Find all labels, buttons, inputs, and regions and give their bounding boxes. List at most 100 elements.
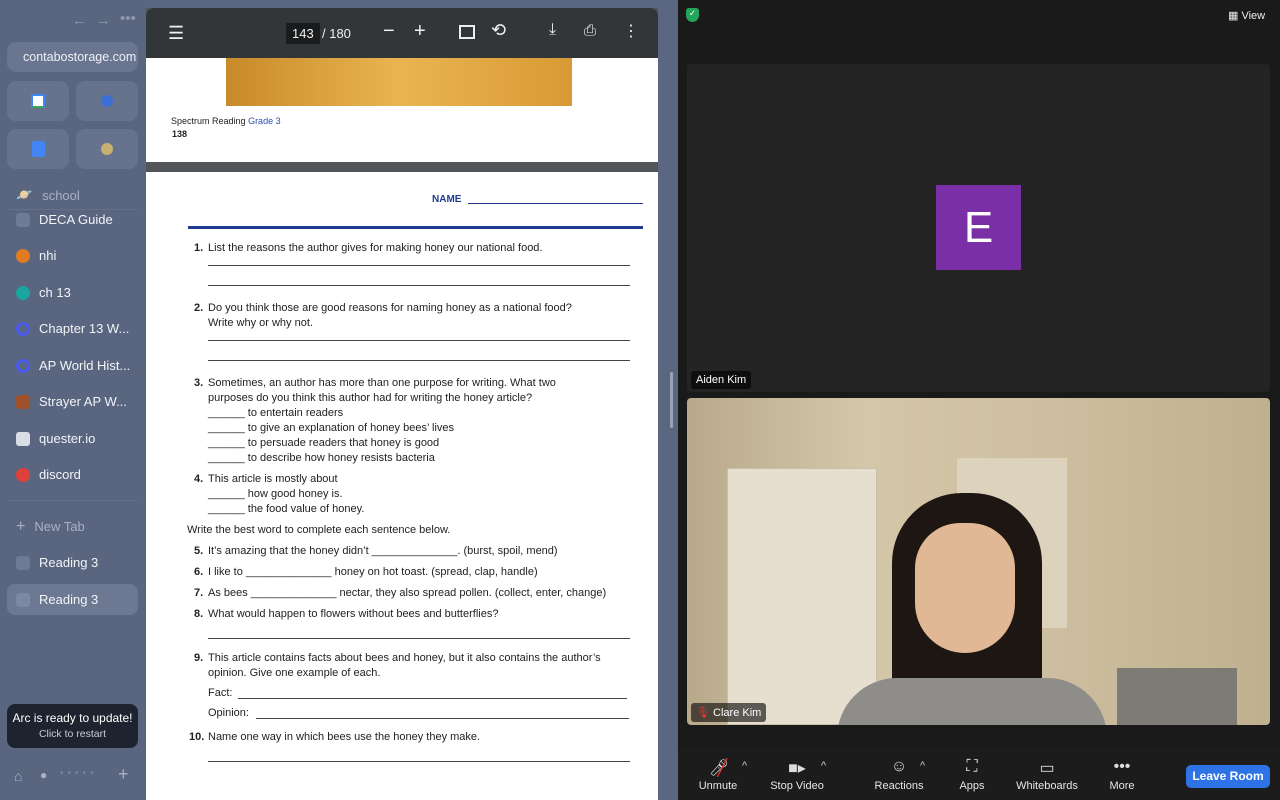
archive-icon[interactable]: ⌂ [14, 768, 22, 784]
leave-room-button[interactable]: Leave Room [1186, 765, 1270, 788]
question-text: It’s amazing that the honey didn’t _____… [208, 545, 558, 557]
pinned-calendar[interactable] [7, 81, 69, 121]
tab-icon [16, 248, 30, 263]
unmute-button[interactable]: 🎤︎╱ Unmute [692, 758, 744, 792]
answer-line [208, 638, 630, 639]
add-space-icon[interactable]: + [118, 764, 129, 785]
tab-icon [16, 321, 30, 336]
caret-up-icon[interactable]: ^ [821, 760, 826, 772]
name-label: NAME [432, 194, 462, 205]
more-button[interactable]: ••• More [1104, 758, 1140, 792]
space-header[interactable]: 🪐 school [16, 187, 80, 203]
split-divider[interactable] [658, 0, 678, 800]
tab-icon [16, 358, 30, 373]
update-subtitle: Click to restart [38, 728, 107, 740]
view-label: View [1241, 10, 1266, 22]
stop-video-label: Stop Video [770, 780, 824, 792]
menu-icon[interactable]: ☰ [168, 23, 184, 44]
question-text: I like to ______________ honey on hot to… [208, 566, 538, 578]
view-button[interactable]: ▦ View [1228, 9, 1265, 22]
arc-sidebar: ← → ••• contabostorage.com 🪐 school DECA … [0, 0, 146, 800]
more-icon[interactable]: ••• [120, 10, 136, 27]
bubbles-icon [101, 95, 113, 107]
tab-icon [16, 394, 30, 409]
tab-icon [16, 592, 30, 607]
pinned-planet[interactable] [76, 129, 138, 169]
page-total: / 180 [322, 26, 351, 41]
answer-line [208, 285, 630, 286]
participant-tile[interactable]: E Aiden Kim [687, 64, 1270, 392]
pdf-page-previous: Spectrum Reading Grade 3 138 [146, 58, 658, 162]
name-line [468, 203, 643, 204]
sidebar-item[interactable]: nhi [7, 240, 138, 271]
divider [7, 500, 138, 501]
choice: ______ to describe how honey resists bac… [208, 452, 435, 464]
rotate-icon[interactable]: ⟲ [491, 20, 506, 41]
avatar: E [936, 185, 1021, 270]
question-text: opinion. Give one example of each. [208, 667, 381, 679]
question-number: 9. [194, 652, 204, 664]
apps-label: Apps [959, 780, 985, 792]
sidebar-item[interactable]: ch 13 [7, 277, 138, 308]
stop-video-button[interactable]: ■▸ Stop Video [766, 758, 828, 792]
tab-icon [16, 555, 30, 570]
sidebar-item[interactable]: AP World Hist... [7, 350, 138, 381]
choice: ______ to entertain readers [208, 407, 344, 419]
pinned-docs[interactable] [7, 129, 69, 169]
back-button[interactable]: ← [72, 12, 87, 29]
pdf-toolbar: ☰ 143 / 180 − + ⟲ ⤓ ⎙ ⋮ [146, 8, 658, 58]
question-text: Write why or why not. [208, 317, 313, 329]
update-banner[interactable]: Arc is ready to update! Click to restart [7, 704, 138, 748]
honeycomb-image [226, 58, 572, 106]
zoom-in-icon[interactable]: + [414, 20, 426, 43]
header-rule [188, 226, 643, 229]
answer-line [208, 360, 630, 361]
plus-icon: + [16, 517, 26, 535]
participant-name-text: Clare Kim [713, 707, 762, 719]
question-text: This article contains facts about bees a… [208, 652, 601, 664]
new-tab-button[interactable]: + New Tab [7, 511, 138, 542]
more-dots-icon: ••• [1113, 758, 1131, 775]
grid-icon: ▦ [1228, 10, 1239, 22]
pdf-page-current: NAME 1. List the reasons the author give… [146, 172, 658, 800]
video-icon: ■▸ [788, 760, 806, 777]
sidebar-tab-active[interactable]: Reading 3 [7, 584, 138, 615]
space-dots[interactable]: ••••• [60, 768, 98, 779]
security-shield-icon[interactable]: ✓ [686, 8, 699, 22]
sidebar-item[interactable]: quester.io [7, 423, 138, 454]
choice: ______ to give an explanation of honey b… [208, 422, 455, 434]
apps-button[interactable]: ⛶ Apps [952, 758, 992, 792]
caret-up-icon[interactable]: ^ [742, 760, 747, 772]
whiteboards-button[interactable]: ▭ Whiteboards [1012, 758, 1082, 792]
docs-icon [31, 141, 45, 157]
sidebar-item[interactable]: DECA Guide [7, 204, 138, 235]
sidebar-item[interactable]: Strayer AP W... [7, 386, 138, 417]
tab-icon [16, 431, 30, 446]
more-vert-icon[interactable]: ⋮ [623, 21, 639, 41]
question-text: This article is mostly about [208, 473, 338, 485]
apps-icon: ⛶ [966, 758, 978, 775]
url-bar[interactable]: contabostorage.com [7, 42, 138, 72]
planet-icon[interactable]: ● [40, 768, 47, 782]
caret-up-icon[interactable]: ^ [920, 760, 925, 772]
answer-line [238, 698, 627, 699]
print-icon[interactable]: ⎙ [584, 22, 596, 39]
instruction: Write the best word to complete each sen… [187, 524, 451, 536]
participant-tile-video[interactable]: 🎙 Clare Kim [687, 398, 1270, 725]
zoom-out-icon[interactable]: − [383, 20, 395, 43]
download-icon[interactable]: ⤓ [549, 21, 556, 39]
sidebar-item[interactable]: discord [7, 459, 138, 490]
question-text: Do you think those are good reasons for … [208, 302, 572, 314]
sidebar-item[interactable]: Chapter 13 W... [7, 313, 138, 344]
person-shoulders [837, 678, 1107, 725]
update-title: Arc is ready to update! [12, 711, 133, 725]
tab-icon [16, 285, 30, 300]
split-handle[interactable] [670, 372, 673, 428]
page-number-input[interactable]: 143 [286, 23, 320, 44]
question-text: purposes do you think this author had fo… [208, 392, 533, 404]
pinned-site[interactable] [76, 81, 138, 121]
fit-page-icon[interactable] [459, 25, 475, 39]
forward-button[interactable]: → [96, 12, 111, 29]
sidebar-tab[interactable]: Reading 3 [7, 547, 138, 578]
person-face [915, 523, 1015, 653]
